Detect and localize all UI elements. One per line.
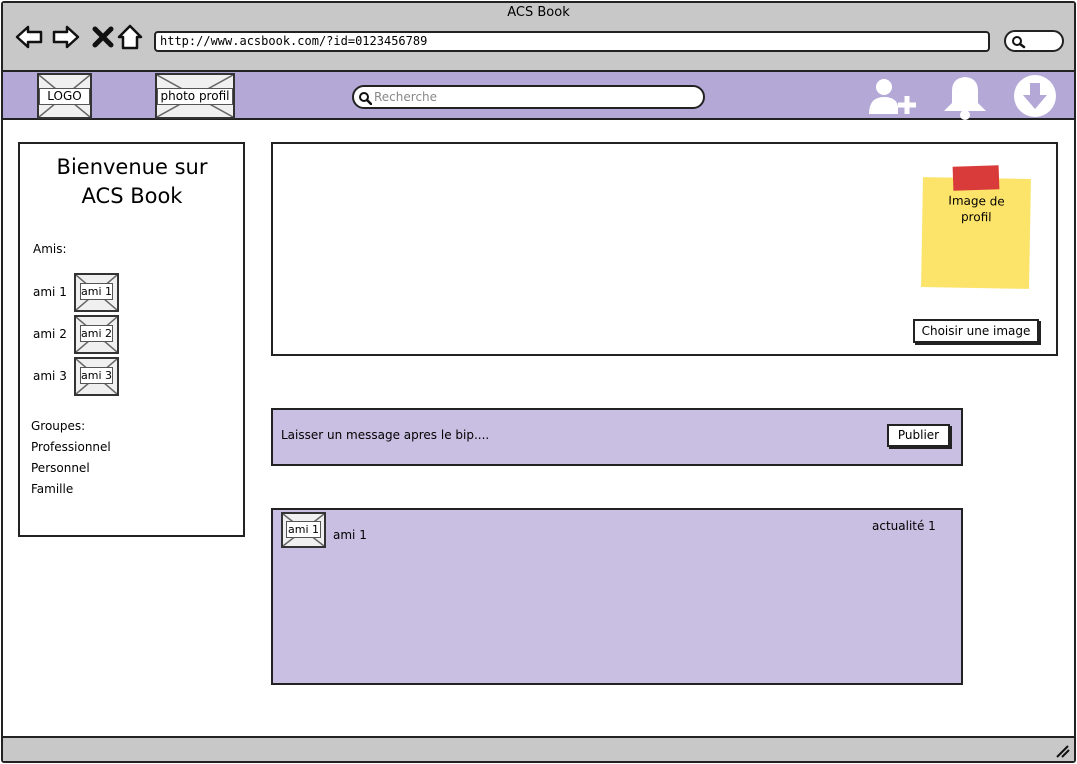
welcome-heading: Bienvenue sur ACS Book: [56, 155, 208, 208]
tape-icon: [952, 165, 1000, 191]
profile-image-sticky-note: Image de profil: [921, 177, 1031, 289]
publish-button[interactable]: Publier: [887, 424, 950, 447]
message-input[interactable]: Laisser un message apres le bip....: [281, 428, 871, 442]
group-link[interactable]: Professionnel: [31, 440, 111, 454]
add-friend-icon[interactable]: [866, 76, 920, 118]
choose-image-button[interactable]: Choisir une image: [913, 319, 1039, 343]
friend-name[interactable]: ami 3: [33, 369, 67, 383]
friend-avatar[interactable]: ami 3: [74, 357, 119, 396]
groups-heading: Groupes:: [31, 419, 86, 433]
search-placeholder: Recherche: [374, 90, 438, 104]
group-link[interactable]: Famille: [31, 482, 73, 496]
url-text: http://www.acsbook.com/?id=0123456789: [160, 34, 428, 48]
sticky-note-text: Image de profil: [948, 193, 1005, 225]
friend-avatar[interactable]: ami 2: [74, 315, 119, 354]
search-icon: [359, 92, 372, 105]
feed-post: [271, 508, 963, 685]
resize-grip-icon[interactable]: [1055, 744, 1071, 758]
group-link[interactable]: Personnel: [31, 461, 90, 475]
forward-arrow-icon[interactable]: [51, 22, 81, 52]
logo[interactable]: LOGO: [37, 73, 92, 119]
post-title: actualité 1: [872, 519, 936, 533]
address-bar[interactable]: http://www.acsbook.com/?id=0123456789: [154, 31, 990, 52]
friend-name[interactable]: ami 1: [33, 285, 67, 299]
friend-avatar[interactable]: ami 1: [74, 273, 119, 312]
home-icon[interactable]: [116, 22, 146, 52]
profile-photo-label: photo profil: [157, 88, 233, 105]
status-bar: [3, 736, 1074, 761]
browser-search-field[interactable]: [1004, 30, 1064, 52]
search-icon: [1012, 36, 1026, 49]
profile-photo[interactable]: photo profil: [155, 73, 235, 119]
friend-name[interactable]: ami 2: [33, 327, 67, 341]
download-icon[interactable]: [1013, 74, 1057, 118]
post-author[interactable]: ami 1: [333, 528, 367, 542]
window-title: ACS Book: [507, 5, 570, 20]
post-author-avatar[interactable]: ami 1: [281, 512, 326, 548]
friends-heading: Amis:: [33, 242, 67, 256]
close-icon[interactable]: [89, 22, 119, 52]
logo-label: LOGO: [39, 88, 90, 105]
bell-icon[interactable]: [941, 74, 989, 120]
back-arrow-icon[interactable]: [14, 22, 44, 52]
search-input[interactable]: Recherche: [352, 85, 705, 109]
